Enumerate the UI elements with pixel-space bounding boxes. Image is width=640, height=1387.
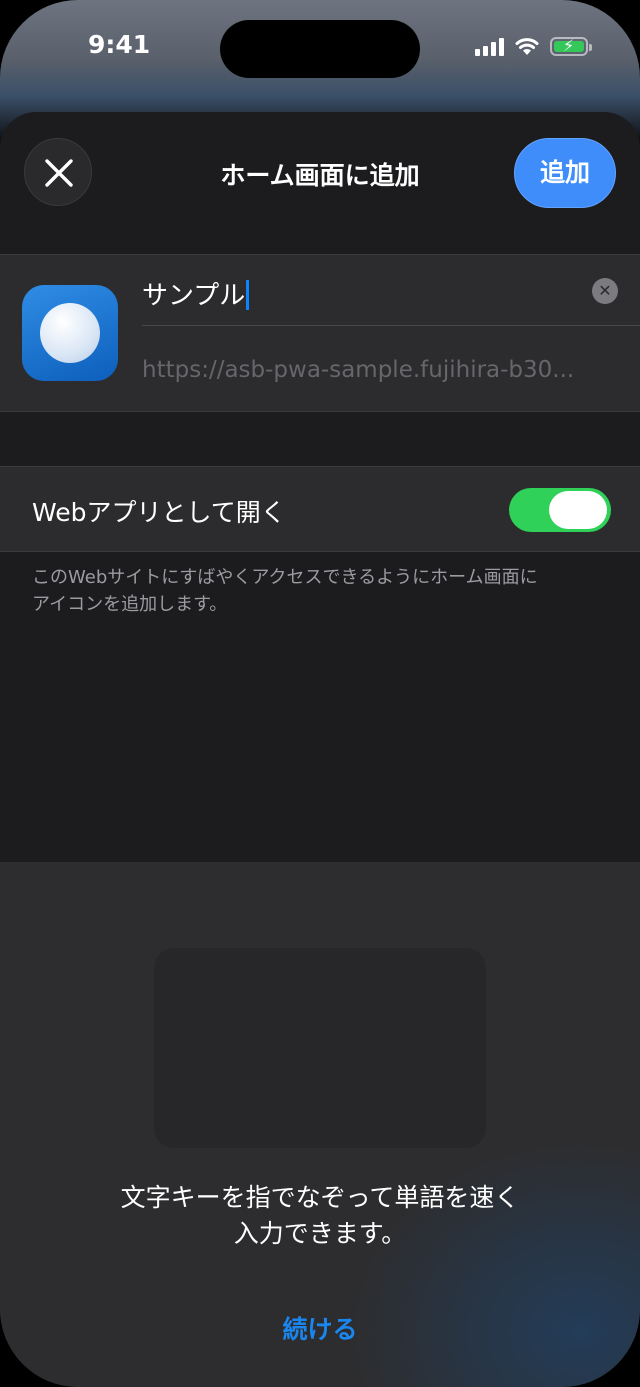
app-name-value: サンプル (142, 281, 246, 311)
tutorial-animation (154, 948, 486, 1148)
app-name-input[interactable]: サンプル (142, 275, 250, 312)
tutorial-line-2: 入力できます。 (233, 1219, 407, 1248)
app-icon (22, 285, 118, 381)
text-cursor (246, 280, 250, 310)
web-app-row: Webアプリとして開く (0, 466, 640, 552)
footnote-line-2: アイコンを追加します。 (32, 594, 228, 615)
signal-icon (475, 38, 504, 56)
tutorial-line-1: 文字キーを指でなぞって単語を速く (120, 1183, 520, 1212)
divider (142, 325, 640, 326)
app-info-card: サンプル ✕ https://asb-pwa-sample.fujihira-b… (0, 254, 640, 412)
keyboard-tutorial: 文字キーを指でなぞって単語を速く 入力できます。 続ける (0, 862, 640, 1387)
status-time: 9:41 (88, 30, 151, 59)
phone-screen: 9:41 ⚡ ホーム画面に追加 追加 サンプル ✕ https://asb-pw… (0, 0, 640, 1387)
toggle-knob (549, 491, 607, 529)
wifi-icon (515, 38, 539, 55)
footnote-line-1: このWebサイトにすばやくアクセスできるようにホーム画面に (32, 567, 538, 588)
web-app-label: Webアプリとして開く (32, 498, 286, 527)
status-icons: ⚡ (475, 36, 592, 56)
clear-text-icon[interactable]: ✕ (592, 278, 618, 304)
web-app-toggle[interactable] (509, 488, 611, 532)
add-button[interactable]: 追加 (514, 138, 616, 208)
battery-charging-icon: ⚡ (550, 36, 592, 56)
continue-button[interactable]: 続ける (0, 1310, 640, 1346)
footnote: このWebサイトにすばやくアクセスできるようにホーム画面に アイコンを追加します… (32, 564, 612, 618)
app-url: https://asb-pwa-sample.fujihira-b30... (142, 357, 575, 383)
dynamic-island (220, 20, 420, 78)
tutorial-text: 文字キーを指でなぞって単語を速く 入力できます。 (0, 1180, 640, 1252)
